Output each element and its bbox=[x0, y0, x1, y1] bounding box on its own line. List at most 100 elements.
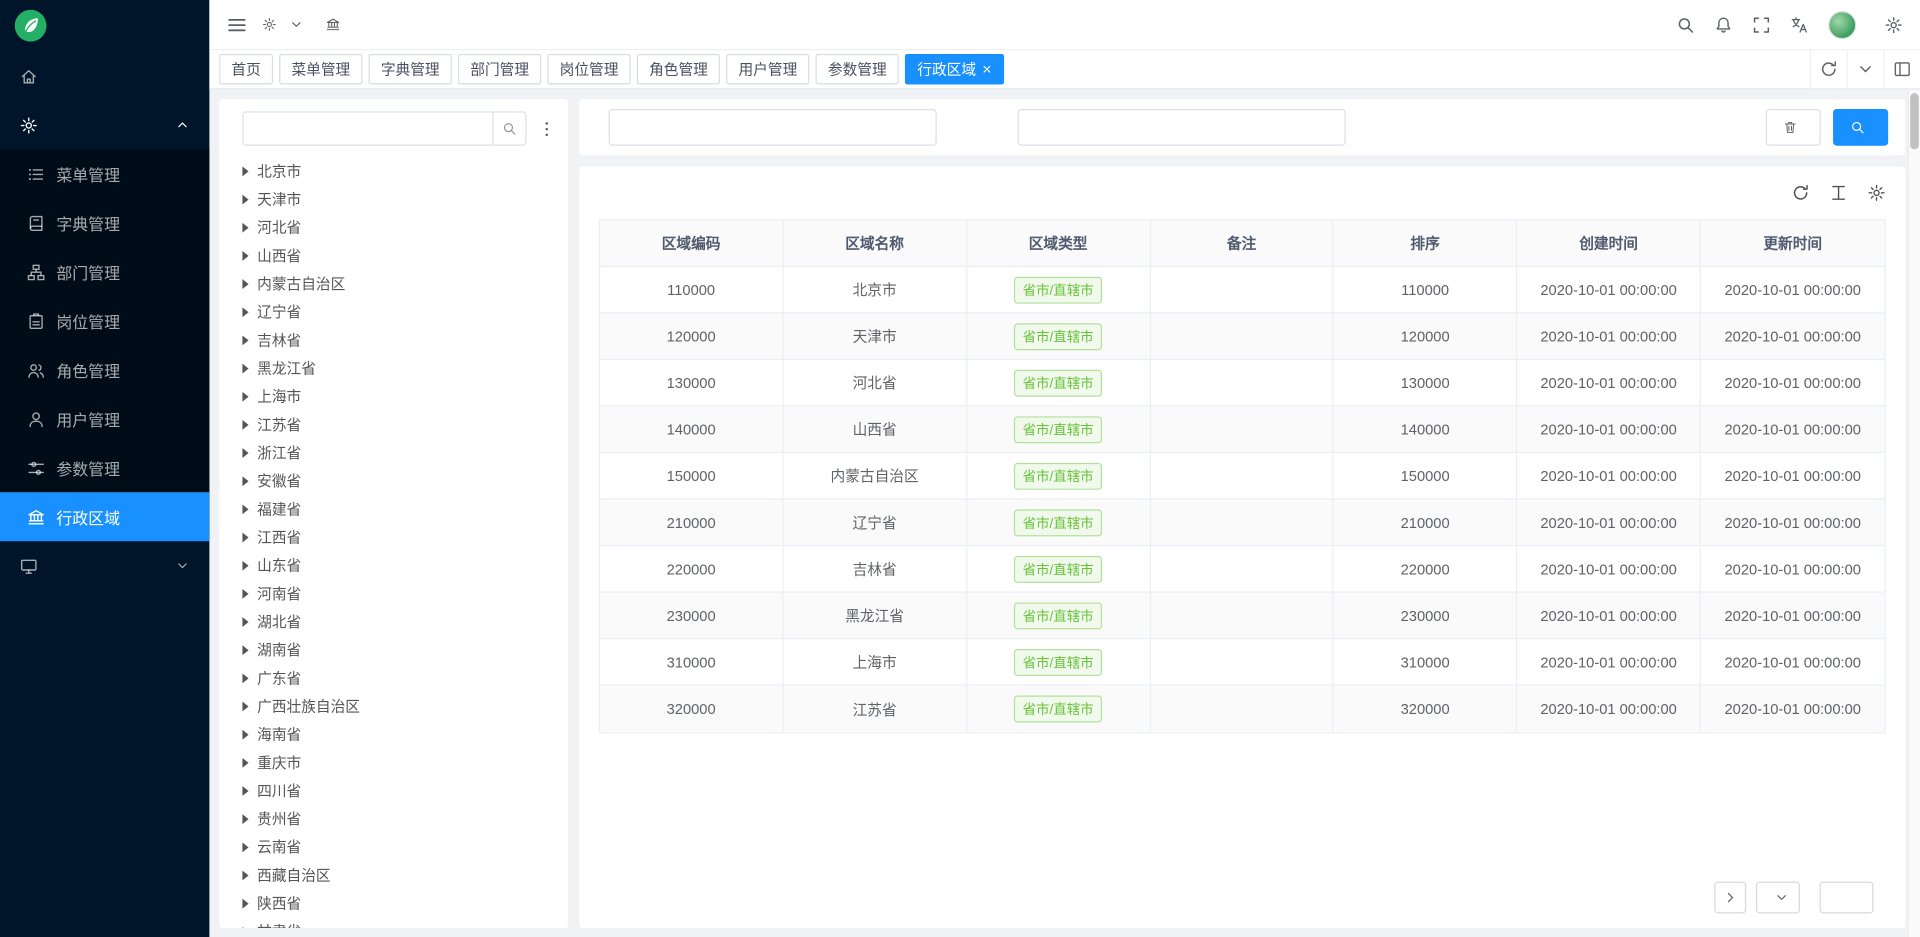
search-button[interactable] bbox=[1833, 109, 1888, 146]
tree-item[interactable]: 西藏自治区 bbox=[231, 861, 555, 889]
table-row[interactable]: 150000 内蒙古自治区 省市/直辖市 150000 2020-10-01 0… bbox=[600, 453, 1884, 500]
tab[interactable]: 用户管理 × bbox=[726, 54, 809, 85]
tab-close-icon[interactable]: × bbox=[982, 61, 991, 77]
caret-right-icon[interactable] bbox=[242, 166, 248, 176]
tree-item[interactable]: 海南省 bbox=[231, 720, 555, 748]
tab[interactable]: 字典管理 × bbox=[369, 54, 452, 85]
caret-right-icon[interactable] bbox=[242, 250, 248, 260]
region-search-input[interactable] bbox=[244, 113, 493, 145]
tab[interactable]: 岗位管理 × bbox=[547, 54, 630, 85]
search-icon[interactable] bbox=[1676, 15, 1694, 33]
sidebar-subitem[interactable]: 菜单管理 bbox=[0, 149, 209, 198]
caret-right-icon[interactable] bbox=[242, 504, 248, 514]
tree-item[interactable]: 江苏省 bbox=[231, 410, 555, 438]
table-row[interactable]: 230000 黑龙江省 省市/直辖市 230000 2020-10-01 00:… bbox=[600, 593, 1884, 640]
caret-right-icon[interactable] bbox=[242, 701, 248, 711]
caret-right-icon[interactable] bbox=[242, 814, 248, 824]
tree-item[interactable]: 内蒙古自治区 bbox=[231, 269, 555, 297]
caret-right-icon[interactable] bbox=[242, 391, 248, 401]
tree-item[interactable]: 吉林省 bbox=[231, 326, 555, 354]
scrollbar-thumb[interactable] bbox=[1910, 93, 1919, 149]
table-row[interactable]: 320000 江苏省 省市/直辖市 320000 2020-10-01 00:0… bbox=[600, 686, 1884, 733]
caret-right-icon[interactable] bbox=[242, 307, 248, 317]
sidebar-group-monitor[interactable] bbox=[0, 541, 209, 590]
refresh-tab-button[interactable] bbox=[1810, 50, 1847, 88]
code-filter-input[interactable] bbox=[609, 109, 937, 146]
sidebar-subitem[interactable]: 行政区域 bbox=[0, 492, 209, 541]
tree-item[interactable]: 重庆市 bbox=[231, 748, 555, 776]
caret-right-icon[interactable] bbox=[242, 560, 248, 570]
tab[interactable]: 行政区域 × bbox=[905, 54, 1004, 85]
fullscreen-icon[interactable] bbox=[1752, 15, 1770, 33]
name-filter-input[interactable] bbox=[1018, 109, 1346, 146]
caret-right-icon[interactable] bbox=[242, 476, 248, 486]
tree-item[interactable]: 云南省 bbox=[231, 833, 555, 861]
caret-right-icon[interactable] bbox=[242, 448, 248, 458]
layout-toggle-button[interactable] bbox=[1883, 50, 1920, 88]
next-page-button[interactable] bbox=[1714, 882, 1746, 914]
caret-right-icon[interactable] bbox=[242, 279, 248, 289]
sidebar-subitem[interactable]: 部门管理 bbox=[0, 247, 209, 296]
sidebar-subitem[interactable]: 字典管理 bbox=[0, 198, 209, 247]
table-row[interactable]: 130000 河北省 省市/直辖市 130000 2020-10-01 00:0… bbox=[600, 360, 1884, 407]
tree-item[interactable]: 广东省 bbox=[231, 664, 555, 692]
caret-right-icon[interactable] bbox=[242, 729, 248, 739]
tree-item[interactable]: 黑龙江省 bbox=[231, 354, 555, 382]
reset-button[interactable] bbox=[1766, 109, 1821, 146]
sidebar-subitem[interactable]: 用户管理 bbox=[0, 394, 209, 443]
caret-right-icon[interactable] bbox=[242, 870, 248, 880]
refresh-icon[interactable] bbox=[1791, 184, 1809, 202]
caret-right-icon[interactable] bbox=[242, 842, 248, 852]
tree-item[interactable]: 福建省 bbox=[231, 495, 555, 523]
caret-right-icon[interactable] bbox=[242, 757, 248, 767]
dots-vertical-icon[interactable] bbox=[538, 119, 556, 137]
caret-right-icon[interactable] bbox=[242, 335, 248, 345]
table-row[interactable]: 310000 上海市 省市/直辖市 310000 2020-10-01 00:0… bbox=[600, 639, 1884, 686]
caret-right-icon[interactable] bbox=[242, 926, 248, 928]
chevron-down-icon[interactable] bbox=[289, 17, 304, 32]
tree-item[interactable]: 山东省 bbox=[231, 551, 555, 579]
page-size-select[interactable] bbox=[1756, 882, 1800, 914]
table-row[interactable]: 110000 北京市 省市/直辖市 110000 2020-10-01 00:0… bbox=[600, 267, 1884, 314]
tree-item[interactable]: 辽宁省 bbox=[231, 298, 555, 326]
caret-right-icon[interactable] bbox=[242, 419, 248, 429]
tree-item[interactable]: 广西壮族自治区 bbox=[231, 692, 555, 720]
caret-right-icon[interactable] bbox=[242, 617, 248, 627]
user-menu[interactable] bbox=[1828, 10, 1865, 38]
tab[interactable]: 角色管理 × bbox=[637, 54, 720, 85]
jump-page-input[interactable] bbox=[1820, 882, 1874, 914]
sidebar-subitem[interactable]: 角色管理 bbox=[0, 345, 209, 394]
tree-item[interactable]: 山西省 bbox=[231, 241, 555, 269]
tree-item[interactable]: 甘肃省 bbox=[231, 917, 555, 928]
caret-right-icon[interactable] bbox=[242, 645, 248, 655]
caret-right-icon[interactable] bbox=[242, 898, 248, 908]
tree-item[interactable]: 河南省 bbox=[231, 579, 555, 607]
table-row[interactable]: 210000 辽宁省 省市/直辖市 210000 2020-10-01 00:0… bbox=[600, 500, 1884, 547]
settings-gear-icon[interactable] bbox=[1884, 15, 1902, 33]
caret-right-icon[interactable] bbox=[242, 588, 248, 598]
table-row[interactable]: 140000 山西省 省市/直辖市 140000 2020-10-01 00:0… bbox=[600, 407, 1884, 454]
caret-right-icon[interactable] bbox=[242, 194, 248, 204]
table-row[interactable]: 220000 吉林省 省市/直辖市 220000 2020-10-01 00:0… bbox=[600, 546, 1884, 593]
tree-item[interactable]: 浙江省 bbox=[231, 438, 555, 466]
tree-item[interactable]: 安徽省 bbox=[231, 467, 555, 495]
sidebar-collapse-icon[interactable] bbox=[227, 14, 248, 35]
caret-right-icon[interactable] bbox=[242, 532, 248, 542]
region-search-button[interactable] bbox=[492, 113, 525, 145]
tree-item[interactable]: 湖南省 bbox=[231, 636, 555, 664]
sidebar-group-system[interactable] bbox=[0, 100, 209, 149]
tree-item[interactable]: 河北省 bbox=[231, 213, 555, 241]
bell-icon[interactable] bbox=[1714, 15, 1732, 33]
tab[interactable]: 首页 × bbox=[219, 54, 273, 85]
caret-right-icon[interactable] bbox=[242, 673, 248, 683]
tab[interactable]: 参数管理 × bbox=[816, 54, 899, 85]
table-row[interactable]: 120000 天津市 省市/直辖市 120000 2020-10-01 00:0… bbox=[600, 313, 1884, 360]
tree-item[interactable]: 江西省 bbox=[231, 523, 555, 551]
tree-item[interactable]: 陕西省 bbox=[231, 889, 555, 917]
column-settings-gear-icon[interactable] bbox=[1867, 184, 1885, 202]
translate-icon[interactable] bbox=[1790, 15, 1808, 33]
app-logo[interactable] bbox=[0, 0, 209, 51]
caret-right-icon[interactable] bbox=[242, 786, 248, 796]
sidebar-subitem[interactable]: 岗位管理 bbox=[0, 296, 209, 345]
tabs-menu-button[interactable] bbox=[1847, 50, 1884, 88]
